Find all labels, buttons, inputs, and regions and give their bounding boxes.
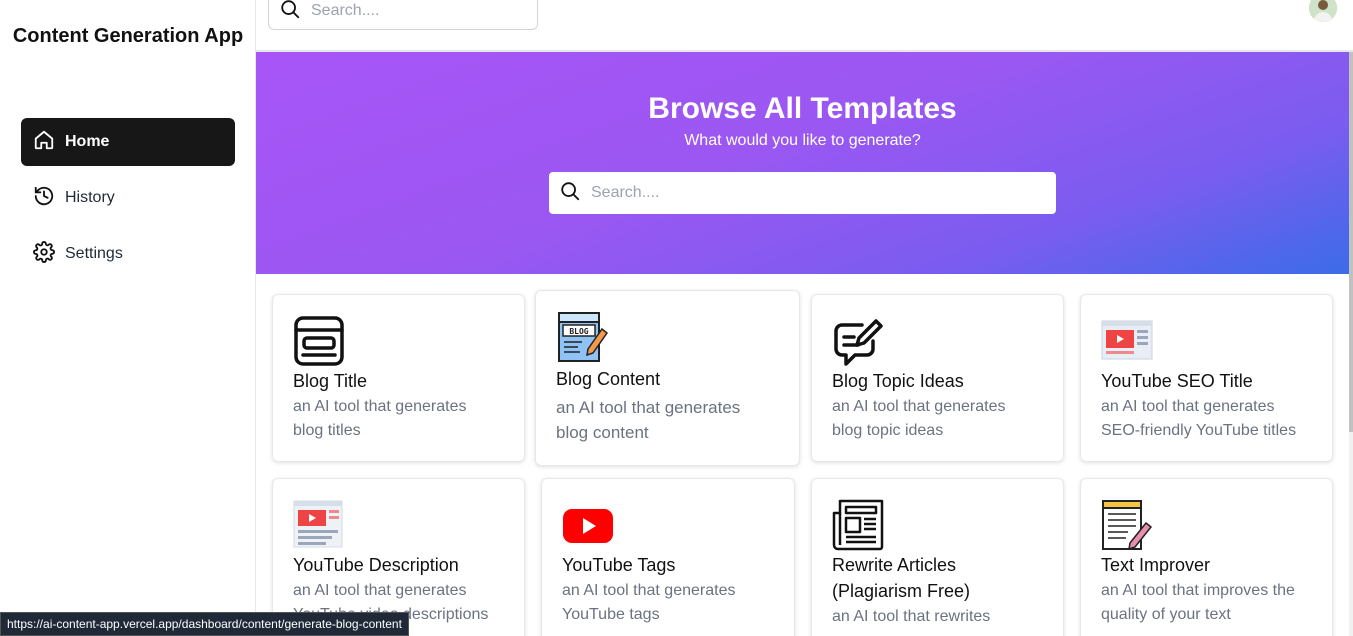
- template-search-input[interactable]: [591, 184, 1031, 202]
- page-title: Browse All Templates: [648, 92, 957, 125]
- template-card-blog-topic-ideas[interactable]: Blog Topic Ideas an AI tool that generat…: [811, 294, 1064, 462]
- blog-title-icon: [293, 315, 345, 367]
- top-bar: [256, 0, 1353, 52]
- template-card-youtube-tags[interactable]: YouTube Tags an AI tool that generates Y…: [541, 478, 795, 636]
- newspaper-icon: [832, 499, 884, 551]
- notepad-pencil-icon: [1101, 499, 1153, 551]
- template-card-youtube-seo-title[interactable]: YouTube SEO Title an AI tool that genera…: [1080, 294, 1333, 462]
- search-icon: [559, 180, 581, 207]
- top-search-input[interactable]: [311, 2, 531, 20]
- youtube-description-icon: [293, 499, 345, 551]
- link-preview-status-bar: https://ai-content-app.vercel.app/dashbo…: [0, 612, 409, 636]
- template-card-rewrite-articles[interactable]: Rewrite Articles (Plagiarism Free) an AI…: [811, 478, 1064, 636]
- template-card-blog-content[interactable]: BLOG Blog Content an AI tool that genera…: [535, 290, 800, 466]
- sidebar-item-label: Home: [65, 133, 110, 150]
- youtube-play-icon: [562, 499, 614, 551]
- sidebar-item-history[interactable]: History: [21, 174, 235, 222]
- template-card-text-improver[interactable]: Text Improver an AI tool that improves t…: [1080, 478, 1333, 636]
- avatar[interactable]: [1309, 0, 1337, 22]
- gear-icon: [33, 240, 55, 268]
- blog-topic-icon: [832, 315, 884, 367]
- sidebar-item-settings[interactable]: Settings: [21, 230, 235, 278]
- page-subtitle: What would you like to generate?: [684, 132, 921, 149]
- svg-text:BLOG: BLOG: [569, 327, 588, 336]
- search-icon: [279, 0, 301, 25]
- blog-content-icon: BLOG: [556, 311, 609, 363]
- top-search-box[interactable]: [268, 0, 538, 30]
- sidebar-item-label: History: [65, 189, 115, 206]
- home-icon: [33, 129, 55, 156]
- history-icon: [33, 185, 55, 212]
- sidebar-item-label: Settings: [65, 245, 123, 262]
- template-card-blog-title[interactable]: Blog Title an AI tool that generates blo…: [272, 294, 525, 462]
- template-search-box[interactable]: [549, 172, 1056, 214]
- sidebar-item-home[interactable]: Home: [21, 118, 235, 166]
- app-brand: Content Generation App: [12, 25, 244, 47]
- scrollbar-thumb[interactable]: [1349, 52, 1353, 432]
- sidebar: Content Generation App Home History Sett…: [0, 0, 256, 636]
- hero-banner: Browse All Templates What would you like…: [256, 52, 1349, 274]
- youtube-seo-icon: [1101, 315, 1153, 367]
